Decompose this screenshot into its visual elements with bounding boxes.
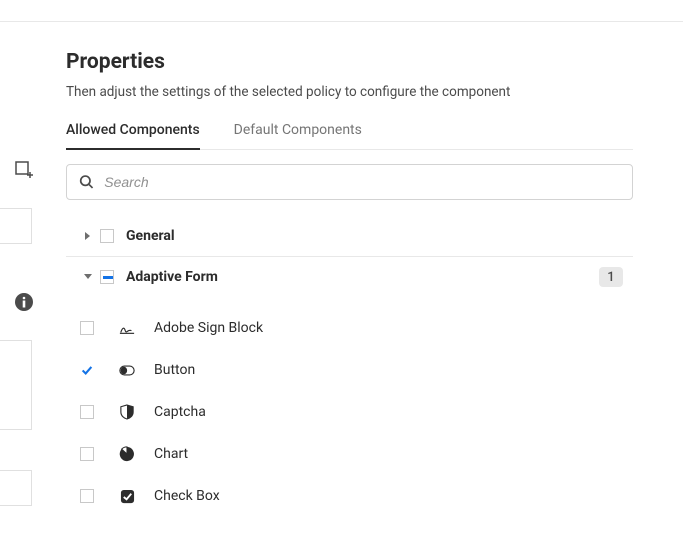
chart-icon: [118, 445, 136, 463]
search-input[interactable]: [104, 174, 620, 190]
item-label: Check Box: [154, 488, 220, 504]
checkbox-captcha[interactable]: [80, 405, 94, 419]
page-title: Properties: [66, 50, 633, 74]
page-subtitle: Then adjust the settings of the selected…: [66, 84, 633, 100]
item-label: Adobe Sign Block: [154, 320, 263, 336]
list-item: Chart: [66, 433, 633, 475]
chevron-down-icon: [80, 273, 96, 281]
checkbox-icon: [118, 487, 136, 505]
shield-icon: [118, 403, 136, 421]
checkbox-adaptive-form[interactable]: [100, 270, 114, 284]
checkbox-adobe-sign-block[interactable]: [80, 321, 94, 335]
list-item: Button: [66, 349, 633, 391]
info-icon[interactable]: [6, 284, 42, 320]
tab-default-components[interactable]: Default Components: [234, 122, 362, 150]
checkbox-general[interactable]: [100, 229, 114, 243]
checkbox-chart[interactable]: [80, 447, 94, 461]
sign-icon: [118, 319, 136, 337]
list-item: Captcha: [66, 391, 633, 433]
item-label: Captcha: [154, 404, 206, 420]
item-label: Button: [154, 362, 195, 378]
search-icon: [79, 174, 94, 190]
group-label-adaptive-form: Adaptive Form: [126, 269, 218, 285]
group-general[interactable]: General: [66, 218, 633, 257]
checkbox-check-box[interactable]: [80, 489, 94, 503]
group-adaptive-form[interactable]: Adaptive Form 1: [66, 257, 633, 299]
checkbox-button[interactable]: [80, 363, 94, 377]
top-border: [0, 0, 683, 22]
main-panel: Properties Then adjust the settings of t…: [48, 22, 683, 548]
rail-placeholder-3: [0, 470, 32, 506]
chevron-right-icon: [80, 231, 96, 241]
group-label-general: General: [126, 228, 175, 244]
adaptive-form-items: Adobe Sign Block Button: [66, 299, 633, 517]
search-field[interactable]: [66, 164, 633, 200]
left-rail: [0, 22, 48, 548]
list-item: Check Box: [66, 475, 633, 517]
rail-placeholder-1: [0, 208, 32, 244]
add-rectangle-icon[interactable]: [6, 152, 42, 188]
list-item: Adobe Sign Block: [66, 307, 633, 349]
rail-placeholder-2: [0, 340, 32, 430]
button-icon: [118, 361, 136, 379]
count-badge: 1: [599, 267, 623, 287]
item-label: Chart: [154, 446, 188, 462]
tab-allowed-components[interactable]: Allowed Components: [66, 122, 200, 150]
tabs: Allowed Components Default Components: [66, 122, 633, 150]
